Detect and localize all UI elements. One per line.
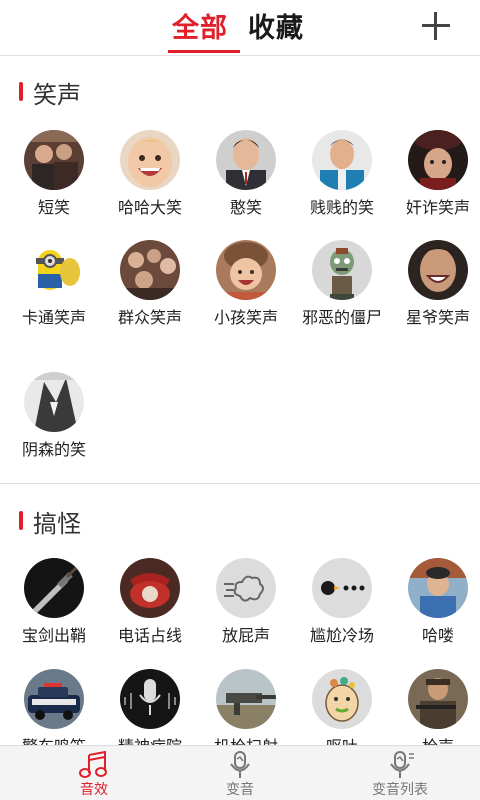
section-title: 笑声 bbox=[33, 81, 81, 109]
thumbnail-image bbox=[216, 669, 276, 729]
top-bar: 全部 收藏 bbox=[0, 0, 480, 56]
tab-all[interactable]: 全部 bbox=[172, 6, 228, 45]
sound-label: 机枪扫射 bbox=[198, 736, 294, 745]
sound-label: 哈哈大笑 bbox=[117, 198, 182, 217]
thumbnail-image bbox=[216, 130, 276, 190]
thumbnail-image bbox=[216, 558, 276, 618]
thumbnail-image bbox=[24, 372, 84, 432]
sound-label: 电话占线 bbox=[117, 626, 182, 645]
thumbnail-image bbox=[408, 669, 468, 729]
thumbnail-image bbox=[216, 240, 276, 300]
sound-label: 星爷笑声 bbox=[405, 308, 470, 327]
sound-label: 阴森的笑 bbox=[21, 440, 86, 459]
thumbnail-image bbox=[24, 558, 84, 618]
thumbnail-image bbox=[120, 130, 180, 190]
nav-label: 音效 bbox=[80, 782, 108, 798]
sound-label: 憨笑 bbox=[229, 198, 262, 217]
sound-label: 呕吐 bbox=[294, 736, 390, 745]
thumbnail-image bbox=[120, 558, 180, 618]
sound-list[interactable]: 笑声 短笑 哈哈大笑 憨笑 贱贱的笑 奸诈笑声 卡通笑声 群众笑声 小孩笑声 邪… bbox=[0, 57, 480, 745]
mic-list-icon bbox=[390, 751, 414, 778]
sound-label: 宝剑出鞘 bbox=[21, 626, 86, 645]
thumbnail-image bbox=[312, 669, 372, 729]
section-header-laugh: 笑声 bbox=[0, 72, 480, 112]
music-note-icon bbox=[79, 751, 107, 778]
sound-label: 枪声 bbox=[390, 736, 480, 745]
thumbnail-image bbox=[408, 130, 468, 190]
active-tab-indicator bbox=[168, 50, 240, 53]
thumbnail-image bbox=[312, 558, 372, 618]
thumbnail-image bbox=[312, 130, 372, 190]
nav-voice-list[interactable]: 变音列表 bbox=[320, 746, 480, 800]
thumbnail-image bbox=[120, 240, 180, 300]
section-divider bbox=[0, 483, 480, 484]
sound-label: 警车鸣笛 bbox=[6, 736, 102, 745]
microphone-icon bbox=[230, 751, 250, 778]
sound-label: 群众笑声 bbox=[117, 308, 182, 327]
section-marker bbox=[19, 82, 23, 101]
thumbnail-image bbox=[120, 669, 180, 729]
sound-label: 奸诈笑声 bbox=[405, 198, 470, 217]
sound-label: 哈喽 bbox=[421, 626, 454, 645]
section-marker bbox=[19, 511, 23, 530]
sound-label: 贱贱的笑 bbox=[309, 198, 374, 217]
thumbnail-image bbox=[408, 558, 468, 618]
thumbnail-image bbox=[24, 669, 84, 729]
sound-label: 短笑 bbox=[37, 198, 70, 217]
sound-label: 邪恶的僵尸 bbox=[301, 308, 382, 327]
tab-favorites[interactable]: 收藏 bbox=[248, 6, 304, 45]
section-header-funny: 搞怪 bbox=[0, 501, 480, 541]
sound-label: 小孩笑声 bbox=[213, 308, 278, 327]
sound-label: 尴尬冷场 bbox=[309, 626, 374, 645]
thumbnail-image bbox=[408, 240, 468, 300]
plus-icon[interactable] bbox=[422, 12, 450, 40]
nav-label: 变音 bbox=[226, 782, 254, 798]
nav-label: 变音列表 bbox=[372, 782, 428, 798]
sound-label: 放屁声 bbox=[221, 626, 270, 645]
nav-voice-change[interactable]: 变音 bbox=[160, 746, 320, 800]
sound-label: 精神病院 bbox=[102, 736, 198, 745]
bottom-nav: 音效 变音 变音列表 bbox=[0, 745, 480, 800]
thumbnail-image bbox=[312, 240, 372, 300]
sound-label: 卡通笑声 bbox=[21, 308, 86, 327]
section-title: 搞怪 bbox=[33, 510, 81, 538]
thumbnail-image bbox=[24, 130, 84, 190]
nav-sound-effects[interactable]: 音效 bbox=[14, 746, 174, 800]
thumbnail-image bbox=[24, 240, 84, 300]
